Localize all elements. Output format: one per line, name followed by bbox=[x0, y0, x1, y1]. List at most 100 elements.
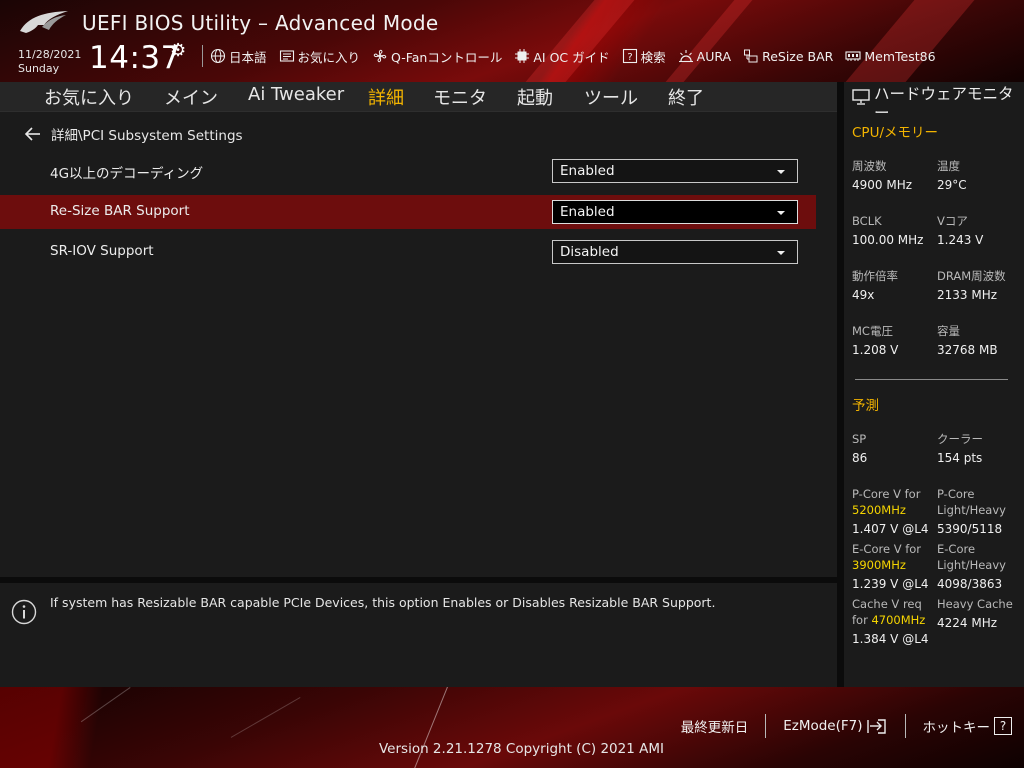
sr-iov-support-dropdown[interactable]: Disabled bbox=[552, 240, 798, 264]
resize-bar-button[interactable]: ReSize BAR bbox=[743, 48, 833, 64]
svg-text:?: ? bbox=[627, 52, 632, 63]
ezmode-button[interactable]: EzMode(F7) bbox=[783, 717, 887, 735]
cache-v-label-2: for bbox=[852, 613, 868, 627]
metric-label: P-Core Light/Heavy bbox=[937, 486, 1006, 518]
metric-label: Vコア bbox=[937, 214, 968, 228]
header-bar: UEFI BIOS Utility – Advanced Mode 11/28/… bbox=[0, 0, 1024, 82]
metric-label: E-Core Light/Heavy bbox=[937, 541, 1006, 573]
language-button[interactable]: 日本語 bbox=[210, 47, 267, 66]
setting-label: SR-IOV Support bbox=[50, 243, 154, 259]
help-panel: If system has Resizable BAR capable PCIe… bbox=[0, 583, 837, 687]
chevron-down-icon bbox=[777, 251, 785, 255]
clock-settings-gear-icon[interactable]: ⚙ bbox=[170, 40, 186, 61]
favorites-button[interactable]: お気に入り bbox=[279, 47, 361, 66]
aura-icon bbox=[678, 48, 694, 64]
back-arrow-icon[interactable] bbox=[24, 126, 42, 142]
metric-label: 周波数 bbox=[852, 159, 887, 173]
metric-label: 温度 bbox=[937, 159, 960, 173]
tab-ai-tweaker[interactable]: Ai Tweaker bbox=[248, 84, 344, 108]
date-text: 11/28/2021 bbox=[18, 48, 82, 61]
tab-favorites[interactable]: お気に入り bbox=[44, 84, 134, 113]
metric-value: 4098/3863 bbox=[937, 577, 1003, 591]
resize-bar-icon bbox=[743, 48, 759, 64]
resize-bar-support-dropdown[interactable]: Enabled bbox=[552, 200, 798, 224]
footer-bar: 最終更新日 EzMode(F7) ホットキー ? Version 2.21.12… bbox=[0, 687, 1024, 768]
aura-label: AURA bbox=[696, 48, 732, 64]
pcore-v-label: P-Core V for bbox=[852, 487, 921, 501]
setting-row-sr-iov-support[interactable]: SR-IOV Support Disabled bbox=[0, 235, 816, 269]
search-label: 検索 bbox=[640, 49, 666, 65]
fan-icon bbox=[372, 48, 388, 64]
metric-label: P-Core V for 5200MHz bbox=[852, 486, 920, 518]
ai-oc-label: AI OC ガイド bbox=[533, 49, 610, 65]
tab-monitor[interactable]: モニタ bbox=[433, 84, 487, 113]
qfan-label: Q-Fanコントロール bbox=[391, 49, 503, 65]
main-tab-bar: お気に入り メイン Ai Tweaker 詳細 モニタ 起動 ツール 終了 bbox=[0, 82, 837, 115]
metric-value: 1.407 V @L4 bbox=[852, 522, 929, 536]
tab-tool[interactable]: ツール bbox=[584, 84, 638, 113]
prediction-section-title: 予測 bbox=[852, 398, 879, 414]
clock-time: 14:37 bbox=[89, 40, 181, 76]
hotkeys-button[interactable]: ホットキー ? bbox=[922, 716, 1012, 736]
search-button[interactable]: ? 検索 bbox=[622, 47, 666, 66]
qfan-control-button[interactable]: Q-Fanコントロール bbox=[372, 47, 502, 66]
metric-value: 32768 MB bbox=[937, 343, 998, 357]
metric-value: 1.384 V @L4 bbox=[852, 632, 929, 646]
metric-label: MC電圧 bbox=[852, 324, 893, 338]
ai-oc-guide-button[interactable]: AI OC ガイド bbox=[514, 47, 610, 66]
language-label: 日本語 bbox=[229, 49, 267, 65]
dropdown-value: Enabled bbox=[560, 163, 615, 179]
favorites-label: お気に入り bbox=[297, 49, 361, 65]
tab-boot[interactable]: 起動 bbox=[517, 84, 553, 113]
help-search-icon: ? bbox=[622, 48, 638, 64]
tab-advanced[interactable]: 詳細 bbox=[368, 84, 404, 115]
tab-main[interactable]: メイン bbox=[164, 84, 218, 113]
cache-v-label: Cache V req bbox=[852, 597, 922, 611]
resize-bar-label: ReSize BAR bbox=[762, 48, 834, 64]
metric-label: BCLK bbox=[852, 214, 882, 228]
setting-row-resize-bar-support[interactable]: Re-Size BAR Support Enabled bbox=[0, 195, 816, 229]
above-4g-decoding-dropdown[interactable]: Enabled bbox=[552, 159, 798, 183]
tab-exit[interactable]: 終了 bbox=[668, 84, 704, 113]
cpu-memory-section-title: CPU/メモリー bbox=[852, 125, 938, 141]
chevron-down-icon bbox=[777, 170, 785, 174]
setting-row-above-4g-decoding[interactable]: 4G以上のデコーディング Enabled bbox=[0, 154, 816, 188]
settings-panel: 詳細\PCI Subsystem Settings 4G以上のデコーディング E… bbox=[0, 112, 837, 577]
last-modified-button[interactable]: 最終更新日 bbox=[681, 716, 749, 736]
app-title: UEFI BIOS Utility – Advanced Mode bbox=[82, 11, 439, 35]
hotkeys-label: ホットキー bbox=[922, 720, 991, 736]
last-modified-label: 最終更新日 bbox=[680, 720, 749, 736]
toolbar: 日本語 お気に入り Q-Fanコントロール AI OC ガイド ? 検索 AUR… bbox=[198, 45, 948, 67]
dropdown-value: Enabled bbox=[560, 204, 615, 220]
ecore-v-label: E-Core V for bbox=[852, 542, 922, 556]
metric-value: 2133 MHz bbox=[937, 288, 998, 302]
metric-label: SP bbox=[852, 432, 867, 446]
hardware-monitor-header: ハードウェアモニター bbox=[852, 85, 1024, 123]
metric-value: 5390/5118 bbox=[937, 522, 1003, 536]
help-description: If system has Resizable BAR capable PCIe… bbox=[50, 595, 716, 610]
hardware-monitor-panel: ハードウェアモニター CPU/メモリー 周波数 4900 MHz 温度 29°C… bbox=[844, 82, 1024, 687]
memtest-label: MemTest86 bbox=[864, 48, 936, 64]
monitor-icon bbox=[852, 89, 870, 105]
hotkeys-help-icon: ? bbox=[994, 717, 1012, 735]
memtest-button[interactable]: MemTest86 bbox=[845, 48, 936, 64]
metric-value: 4900 MHz bbox=[852, 178, 913, 192]
ecore-lh-label-2: Light/Heavy bbox=[937, 558, 1006, 572]
breadcrumb-path: 詳細\PCI Subsystem Settings bbox=[51, 128, 243, 144]
favorites-icon bbox=[279, 48, 295, 64]
pcore-lh-label-2: Light/Heavy bbox=[937, 503, 1006, 517]
metric-value: 49x bbox=[852, 288, 875, 302]
exit-arrow-icon bbox=[866, 719, 886, 734]
metric-label: Cache V req for 4700MHz bbox=[852, 596, 925, 628]
aura-button[interactable]: AURA bbox=[678, 48, 731, 64]
hardware-monitor-title: ハードウェアモニター bbox=[874, 85, 1014, 122]
cache-v-freq: 4700MHz bbox=[871, 613, 926, 627]
ezmode-label: EzMode(F7) bbox=[783, 718, 863, 734]
section-divider bbox=[855, 379, 1008, 380]
metric-label: 容量 bbox=[937, 324, 960, 338]
globe-icon bbox=[210, 48, 226, 64]
metric-label: クーラー bbox=[937, 432, 983, 446]
version-text: Version 2.21.1278 Copyright (C) 2021 AMI bbox=[379, 741, 664, 757]
metric-label: DRAM周波数 bbox=[937, 269, 1006, 283]
decor-line bbox=[80, 687, 131, 723]
